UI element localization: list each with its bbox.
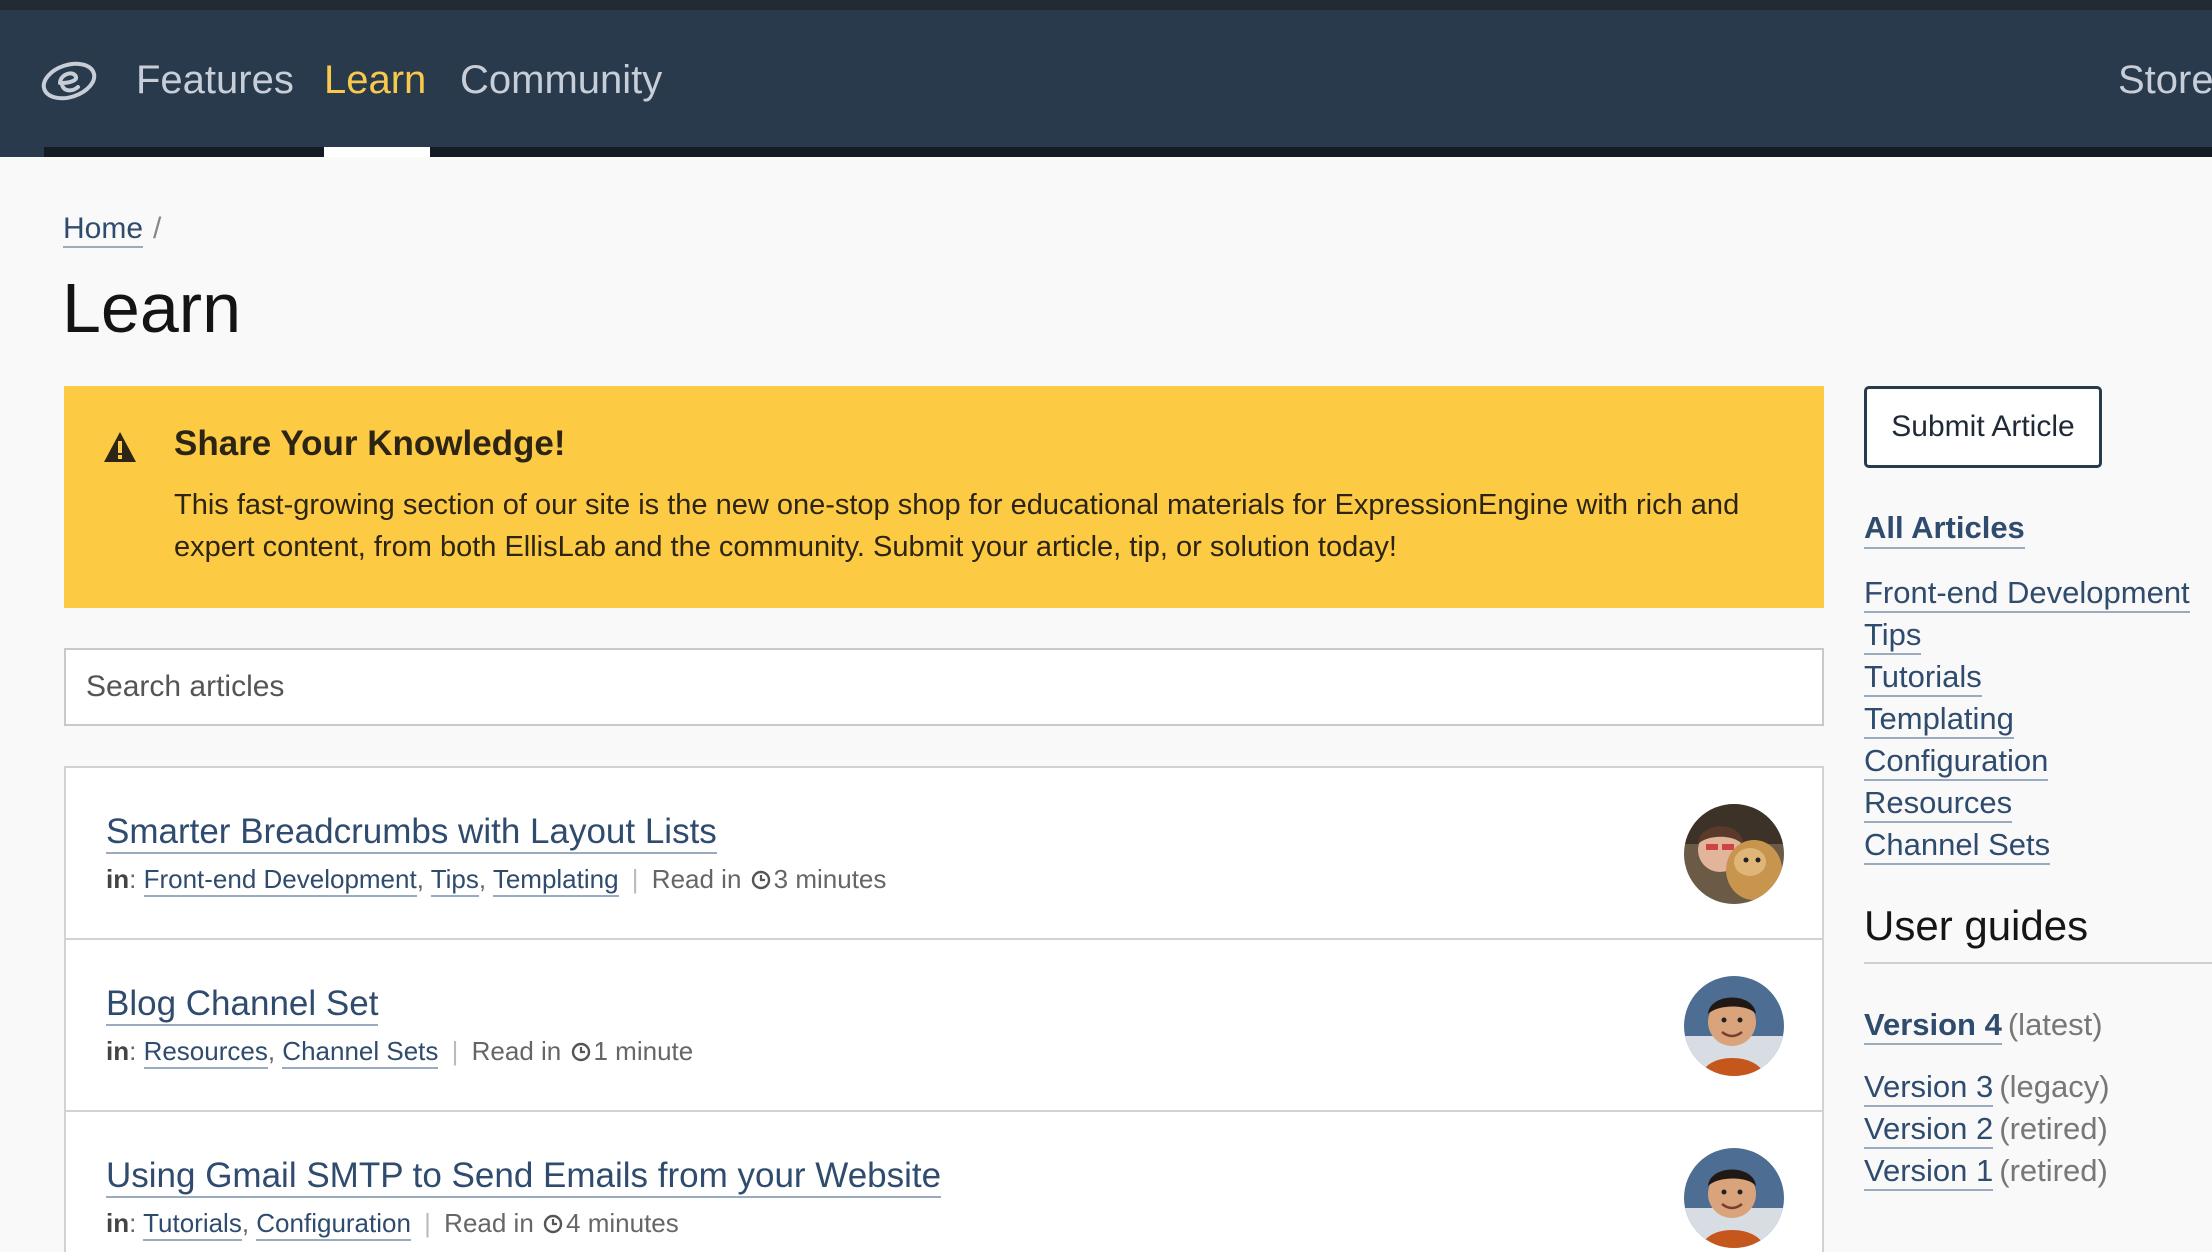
meta-divider: | xyxy=(631,864,639,894)
breadcrumb-separator: / xyxy=(153,212,162,245)
category-list-item: Channel Sets xyxy=(1864,824,2190,866)
alert-body: This fast-growing section of our site is… xyxy=(174,489,1740,563)
search-input[interactable] xyxy=(64,648,1824,726)
category-link[interactable]: Configuration xyxy=(256,1208,411,1241)
nav-learn[interactable]: Learn xyxy=(324,54,426,106)
sidebar-category-front-end-development[interactable]: Front-end Development xyxy=(1864,575,2190,613)
article-meta: in: Tutorials, Configuration | Read in 4… xyxy=(106,1208,679,1241)
article-item: Smarter Breadcrumbs with Layout Lists in… xyxy=(66,768,1822,940)
clock-icon xyxy=(751,870,770,890)
article-title-link[interactable]: Smarter Breadcrumbs with Layout Lists xyxy=(106,812,717,854)
version-1-link[interactable]: Version 1 xyxy=(1864,1153,1994,1191)
sidebar-category-templating[interactable]: Templating xyxy=(1864,701,2014,739)
all-articles-link[interactable]: All Articles xyxy=(1864,510,2025,549)
sidebar-category-configuration[interactable]: Configuration xyxy=(1864,743,2049,781)
clock-icon xyxy=(543,1214,563,1234)
breadcrumb-home-link[interactable]: Home xyxy=(63,212,144,248)
nav-features[interactable]: Features xyxy=(136,54,294,106)
category-link[interactable]: Front-end Development xyxy=(143,864,417,897)
read-label: Read in xyxy=(651,864,742,894)
sidebar-category-channel-sets[interactable]: Channel Sets xyxy=(1864,827,2051,865)
category-list-item: Tips xyxy=(1864,614,2190,656)
in-label: in xyxy=(106,1208,130,1238)
in-label: in xyxy=(106,864,130,894)
version-4-link[interactable]: Version 4 xyxy=(1864,1007,2002,1045)
warning-icon xyxy=(104,432,136,462)
category-link[interactable]: Channel Sets xyxy=(282,1036,439,1069)
article-list: Smarter Breadcrumbs with Layout Lists in… xyxy=(64,766,1824,1252)
page-title: Learn xyxy=(62,269,242,347)
category-list-item: Templating xyxy=(1864,698,2190,740)
category-list-item: Tutorials xyxy=(1864,656,2190,698)
author-avatar[interactable] xyxy=(1684,976,1784,1076)
version-2-link[interactable]: Version 2 xyxy=(1864,1111,1994,1149)
article-title-link[interactable]: Blog Channel Set xyxy=(106,984,379,1026)
read-time: 3 minutes xyxy=(773,864,887,894)
article-item: Using Gmail SMTP to Send Emails from you… xyxy=(66,1112,1822,1252)
article-title-link[interactable]: Using Gmail SMTP to Send Emails from you… xyxy=(106,1156,942,1198)
top-navigation: Features Learn Community Store xyxy=(0,0,2212,157)
clock-icon xyxy=(571,1042,590,1062)
in-label: in xyxy=(106,1036,130,1066)
sidebar-category-tips[interactable]: Tips xyxy=(1864,617,1922,655)
version-list-item: Version 4 (latest) xyxy=(1864,1004,2110,1046)
version-list-item: Version 1 (retired) xyxy=(1864,1150,2110,1192)
article-meta: in: Front-end Development, Tips, Templat… xyxy=(106,864,887,897)
read-label: Read in xyxy=(471,1036,562,1066)
user-guide-version-list: Version 4 (latest) Version 3 (legacy) Vers… xyxy=(1864,1004,2110,1192)
read-time: 4 minutes xyxy=(566,1208,679,1238)
article-meta: in: Resources, Channel Sets | Read in 1 … xyxy=(106,1036,694,1069)
breadcrumb: Home / xyxy=(63,212,162,248)
category-link[interactable]: Resources xyxy=(143,1036,268,1069)
category-list: Front-end Development Tips Tutorials Tem… xyxy=(1864,572,2190,866)
author-avatar[interactable] xyxy=(1684,1148,1784,1248)
read-time: 1 minute xyxy=(593,1036,694,1066)
author-avatar[interactable] xyxy=(1684,804,1784,904)
category-list-item: Configuration xyxy=(1864,740,2190,782)
category-link[interactable]: Tips xyxy=(430,864,479,897)
share-knowledge-alert: Share Your Knowledge! This fast-growing … xyxy=(64,386,1824,608)
submit-article-button[interactable]: Submit Article xyxy=(1864,386,2102,468)
version-note: (retired) xyxy=(1999,1111,2108,1146)
sidebar-category-resources[interactable]: Resources xyxy=(1864,785,2013,823)
nav-community[interactable]: Community xyxy=(460,54,662,106)
top-band xyxy=(0,0,2212,10)
alert-title: Share Your Knowledge! xyxy=(174,424,566,463)
expressionengine-logo-icon[interactable] xyxy=(40,52,98,110)
version-note: (latest) xyxy=(2007,1007,2103,1042)
version-list-item: Version 2 (retired) xyxy=(1864,1108,2110,1150)
version-note: (retired) xyxy=(1999,1153,2108,1188)
nav-active-indicator xyxy=(324,147,430,157)
read-label: Read in xyxy=(444,1208,534,1238)
meta-divider: | xyxy=(424,1208,431,1238)
meta-divider: | xyxy=(451,1036,459,1066)
sidebar-category-tutorials[interactable]: Tutorials xyxy=(1864,659,1982,697)
article-item: Blog Channel Set in: Resources, Channel … xyxy=(66,940,1822,1112)
version-3-link[interactable]: Version 3 xyxy=(1864,1069,1994,1107)
category-list-item: Front-end Development xyxy=(1864,572,2190,614)
nav-store[interactable]: Store xyxy=(2118,54,2212,106)
category-link[interactable]: Templating xyxy=(492,864,619,897)
category-link[interactable]: Tutorials xyxy=(143,1208,242,1241)
category-list-item: Resources xyxy=(1864,782,2190,824)
version-list-item: Version 3 (legacy) xyxy=(1864,1066,2110,1108)
version-note: (legacy) xyxy=(1999,1069,2110,1104)
user-guides-heading: User guides xyxy=(1864,902,2212,964)
